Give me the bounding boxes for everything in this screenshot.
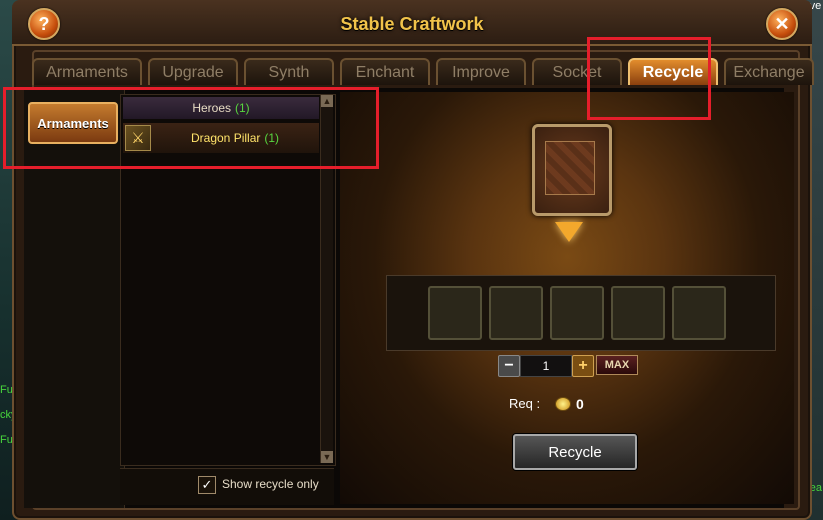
quantity-input[interactable]: 1 (520, 355, 572, 377)
quantity-plus-button[interactable]: + (572, 355, 594, 377)
tab-upgrade[interactable]: Upgrade (148, 58, 238, 85)
requirement-value: 0 (576, 396, 584, 412)
max-button[interactable]: MAX (596, 355, 638, 375)
recycle-source-slot[interactable] (532, 124, 612, 216)
highlight-box-list (3, 87, 379, 169)
output-slot[interactable] (672, 286, 726, 340)
help-button[interactable]: ? (28, 8, 60, 40)
highlight-box-recycle-tab (587, 37, 711, 120)
output-slot[interactable] (611, 286, 665, 340)
tab-exchange[interactable]: Exchange (724, 58, 814, 85)
show-recycle-only-label: Show recycle only (222, 477, 319, 491)
recycle-button[interactable]: Recycle (513, 434, 637, 470)
close-icon: ✕ (774, 13, 790, 34)
close-button[interactable]: ✕ (766, 8, 798, 40)
output-slot[interactable] (428, 286, 482, 340)
window-title: Stable Craftwork (340, 14, 484, 34)
arrow-down-icon (555, 222, 583, 242)
tab-improve[interactable]: Improve (436, 58, 526, 85)
question-icon: ? (38, 13, 50, 34)
output-slot[interactable] (550, 286, 604, 340)
show-recycle-only-checkbox[interactable]: ✓ (198, 476, 216, 494)
tab-synth[interactable]: Synth (244, 58, 334, 85)
quantity-minus-button[interactable]: − (498, 355, 520, 377)
gold-coin-icon (555, 397, 571, 411)
output-slot[interactable] (489, 286, 543, 340)
tab-enchant[interactable]: Enchant (340, 58, 430, 85)
checkmark-icon: ✓ (201, 477, 213, 492)
requirement-label: Req : (509, 396, 541, 411)
tab-armaments[interactable]: Armaments (32, 58, 142, 85)
scroll-down-icon[interactable]: ▼ (321, 451, 333, 463)
